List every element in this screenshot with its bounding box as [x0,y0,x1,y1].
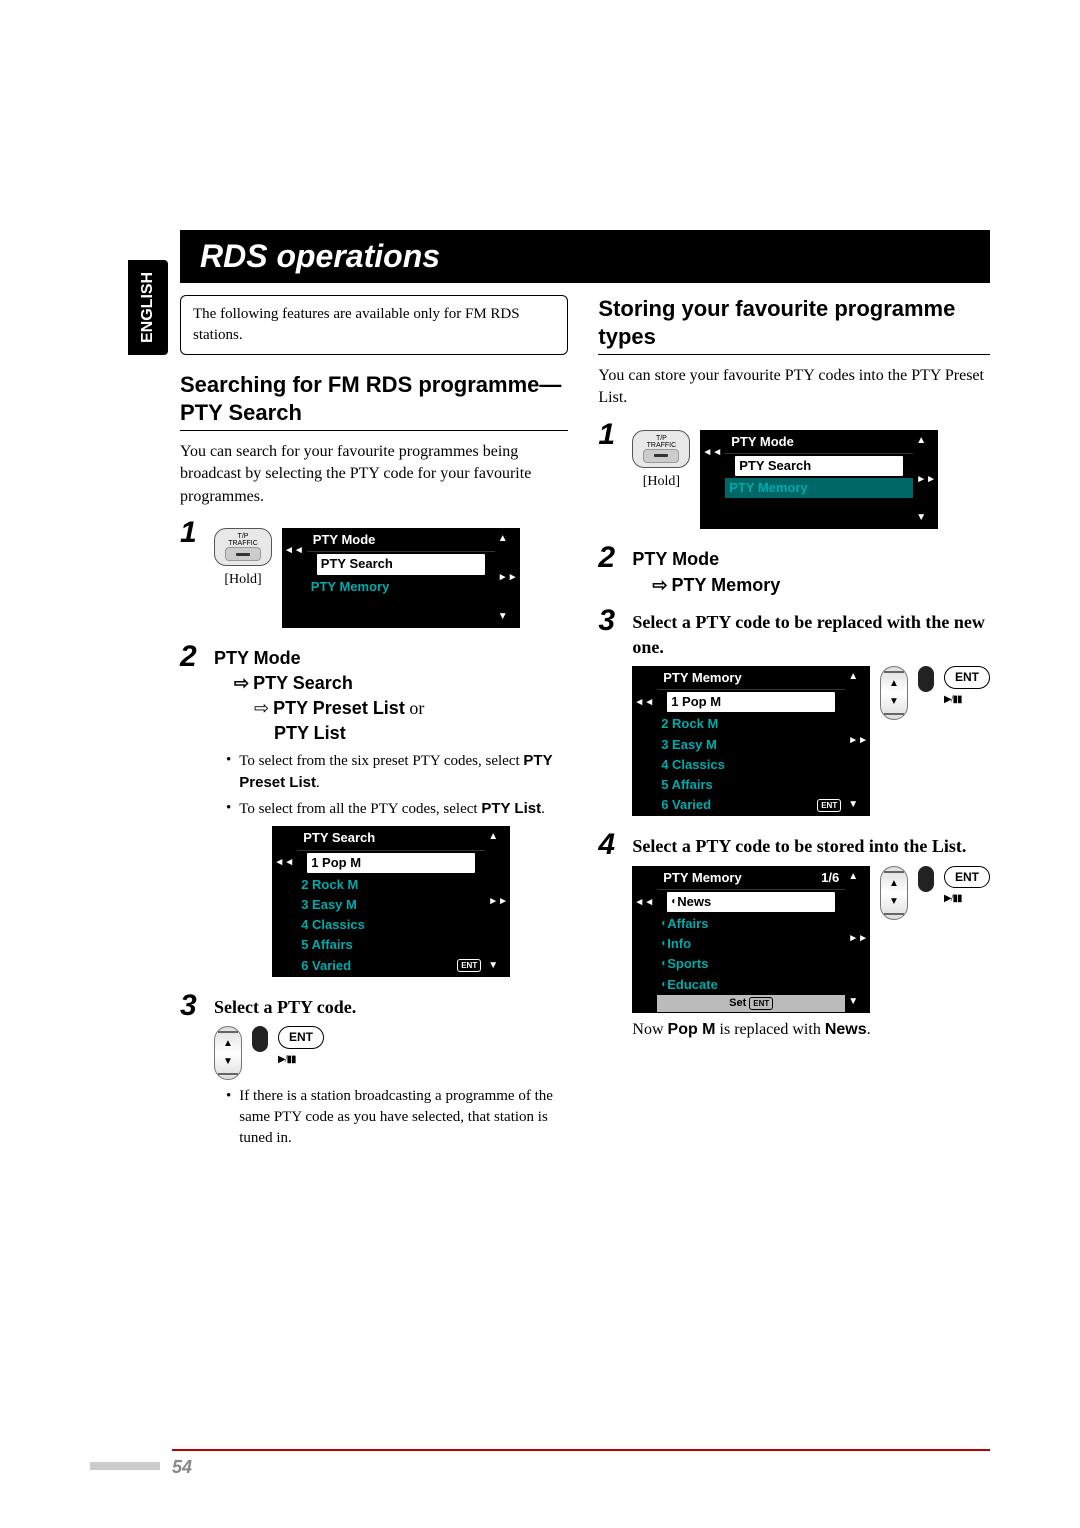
ent-button-icon: ENT [278,1026,324,1049]
tp-button-figure: T/P TRAFFIC [Hold] [214,528,272,590]
step-number: 2 [180,642,204,672]
note-box: The following features are available onl… [180,295,568,355]
language-tab: ENGLISH [128,260,168,355]
ent-icon: ENT [817,799,841,812]
intro-text: You can search for your favourite progra… [180,441,568,508]
section-heading-pty-search: Searching for FM RDS programme—PTY Searc… [180,371,568,431]
ent-button-icon: ENT [944,866,990,889]
step-4-right: 4 Select a PTY code to be stored into th… [598,830,990,1051]
step-instruction: Select a PTY code to be stored into the … [632,834,990,859]
manual-page: ENGLISH RDS operations The following fea… [0,0,1080,1528]
ent-button-icon: ENT [944,666,990,689]
page-footer: 54 [172,1449,990,1478]
play-pause-icon: ▶/▮▮ [278,1053,295,1067]
bullet-item: To select from the six preset PTY codes,… [226,750,568,794]
pty-memory-store-screen: ◄◄ PTY Memory1/6 ◐ News ◐ Affairs ◐ Info… [632,866,870,1014]
two-column-layout: The following features are available onl… [180,295,990,1161]
result-text: Now Pop M is replaced with News. [632,1019,990,1041]
right-column: Storing your favourite programme types Y… [598,295,990,1161]
pty-mode-screen: ◄◄ PTY Mode PTY Search PTY Memory ▲►►▼ [700,430,938,530]
rocker-control-icon: ▲▼ [880,666,908,720]
step-3-right: 3 Select a PTY code to be replaced with … [598,606,990,823]
step-1-left: 1 T/P TRAFFIC [Hold] ◄◄ [180,518,568,634]
pty-memory-screen: ◄◄ PTY Memory 1 Pop M 2 Rock M 3 Easy M … [632,666,870,816]
page-title: RDS operations [180,230,990,283]
left-column: The following features are available onl… [180,295,568,1161]
arrow-right-icon: ⇨ [234,671,249,696]
pty-search-list-screen: ◄◄ PTY Search 1 Pop M 2 Rock M 3 Easy M … [272,826,510,976]
thumb-icon [918,866,934,892]
step-number: 3 [180,991,204,1021]
step-2-left: 2 PTY Mode ⇨PTY Search ⇨PTY Preset List … [180,642,568,983]
step-number: 4 [598,830,622,860]
tp-button-figure: T/P TRAFFIC [Hold] [632,430,690,492]
step-instruction: Select a PTY code to be replaced with th… [632,610,990,660]
bullet-item: If there is a station broadcasting a pro… [226,1086,568,1149]
step-number: 3 [598,606,622,636]
rocker-control-icon: ▲▼ [214,1026,242,1080]
arrow-right-icon: ⇨ [254,696,269,721]
step-2-right: 2 PTY Mode ⇨PTY Memory [598,543,990,597]
pty-mode-screen: ◄◄ PTY Mode PTY Search PTY Memory ▲►►▼ [282,528,520,628]
thumb-icon [918,666,934,692]
hold-label: [Hold] [214,570,272,590]
arrow-right-icon: ⇨ [652,573,667,598]
bullet-item: To select from all the PTY codes, select… [226,798,568,820]
step-number: 1 [180,518,204,548]
thumb-ent-icon [252,1026,268,1052]
section-heading-storing: Storing your favourite programme types [598,295,990,355]
ent-icon: ENT [457,959,481,972]
play-pause-icon: ▶/▮▮ [944,693,961,707]
menu-path: PTY Mode [632,547,990,572]
menu-path: PTY Mode [214,646,568,671]
rocker-control-icon: ▲▼ [880,866,908,920]
page-number: 54 [172,1457,192,1477]
intro-text: You can store your favourite PTY codes i… [598,365,990,410]
step-instruction: Select a PTY code. [214,995,568,1020]
step-3-left: 3 Select a PTY code. ▲▼ ENT ▶/▮▮ [180,991,568,1153]
step-number: 2 [598,543,622,573]
hold-label: [Hold] [632,472,690,492]
step-number: 1 [598,420,622,450]
step-1-right: 1 T/P TRAFFIC [Hold] ◄◄ [598,420,990,536]
footer-decoration [90,1462,160,1470]
play-pause-icon: ▶/▮▮ [944,892,961,906]
